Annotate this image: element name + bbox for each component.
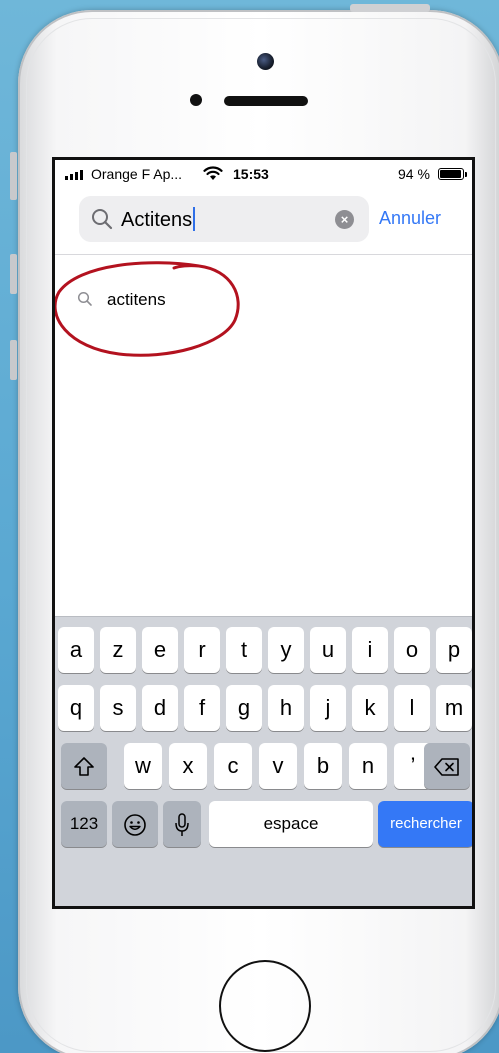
dictation-key[interactable] (163, 801, 201, 847)
volume-down-button (10, 340, 17, 380)
search-key[interactable]: rechercher (378, 801, 472, 847)
battery-icon (438, 168, 464, 180)
key-p[interactable]: p (436, 627, 472, 673)
backspace-key[interactable] (424, 743, 470, 789)
key-d[interactable]: d (142, 685, 178, 731)
key-y[interactable]: y (268, 627, 304, 673)
clock: 15:53 (233, 166, 269, 182)
search-icon (92, 209, 113, 230)
emoji-key[interactable] (112, 801, 158, 847)
key-s[interactable]: s (100, 685, 136, 731)
key-z[interactable]: z (100, 627, 136, 673)
power-button (350, 4, 430, 12)
shift-key[interactable] (61, 743, 107, 789)
key-h[interactable]: h (268, 685, 304, 731)
search-query: Actitens (121, 209, 193, 231)
key-o[interactable]: o (394, 627, 430, 673)
key-f[interactable]: f (184, 685, 220, 731)
wifi-icon (203, 166, 223, 180)
key-l[interactable]: l (394, 685, 430, 731)
red-circle-annotation (55, 261, 240, 357)
divider (55, 254, 472, 255)
key-t[interactable]: t (226, 627, 262, 673)
search-bar: Actitens × Annuler (79, 196, 469, 242)
battery-fill (440, 170, 461, 178)
key-c[interactable]: c (214, 743, 252, 789)
key-m[interactable]: m (436, 685, 472, 731)
key-b[interactable]: b (304, 743, 342, 789)
key-v[interactable]: v (259, 743, 297, 789)
clear-icon[interactable]: × (335, 210, 354, 229)
shift-icon (74, 757, 94, 776)
home-button[interactable] (219, 960, 311, 1052)
carrier-name: Orange F Ap... (91, 166, 183, 182)
key-k[interactable]: k (352, 685, 388, 731)
text-caret (193, 207, 196, 231)
search-icon (77, 291, 92, 306)
search-input[interactable]: Actitens (121, 207, 196, 232)
key-w[interactable]: w (124, 743, 162, 789)
mute-switch (10, 152, 17, 200)
earpiece-speaker (224, 96, 308, 106)
key-q[interactable]: q (58, 685, 94, 731)
numbers-key[interactable]: 123 (61, 801, 107, 847)
space-key[interactable]: espace (209, 801, 373, 847)
key-j[interactable]: j (310, 685, 346, 731)
emoji-icon (124, 814, 146, 836)
key-g[interactable]: g (226, 685, 262, 731)
key-a[interactable]: a (58, 627, 94, 673)
key-u[interactable]: u (310, 627, 346, 673)
keyboard: a z e r t y u i o p q s d f g h j k l m … (55, 616, 472, 906)
screen: Orange F Ap... 15:53 94 % Actitens × Ann… (52, 157, 475, 909)
front-camera (257, 53, 274, 70)
key-i[interactable]: i (352, 627, 388, 673)
key-r[interactable]: r (184, 627, 220, 673)
battery-tip (465, 172, 467, 177)
search-field[interactable]: Actitens × (79, 196, 369, 242)
proximity-sensor (190, 94, 202, 106)
key-x[interactable]: x (169, 743, 207, 789)
suggestion-label: actitens (107, 290, 166, 309)
backspace-icon (434, 758, 459, 776)
key-e[interactable]: e (142, 627, 178, 673)
volume-up-button (10, 254, 17, 294)
cancel-button[interactable]: Annuler (379, 208, 441, 229)
battery-percent: 94 % (398, 166, 430, 182)
microphone-icon (175, 813, 189, 836)
key-n[interactable]: n (349, 743, 387, 789)
status-bar: Orange F Ap... 15:53 94 % (55, 160, 472, 188)
